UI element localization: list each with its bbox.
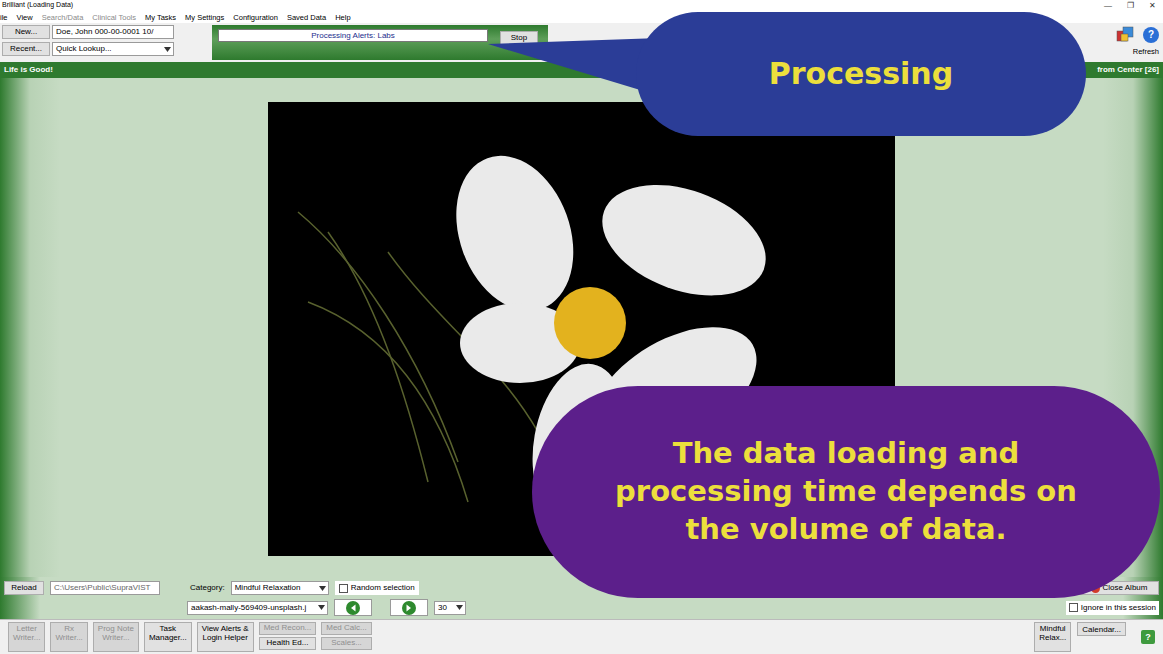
tool-button-line: Writer... bbox=[55, 633, 82, 642]
tool-button-line: Writer... bbox=[102, 633, 129, 642]
menu-item[interactable]: Help bbox=[335, 13, 350, 22]
tool-group: RxWriter... bbox=[50, 622, 87, 652]
interval-select[interactable]: 30 bbox=[434, 601, 466, 615]
tools-right: MindfulRelax... Calendar... bbox=[1034, 622, 1126, 652]
tool-group: View Alerts &Login Helper bbox=[197, 622, 254, 652]
new-button[interactable]: New... bbox=[2, 25, 50, 39]
tool-button-line: Task bbox=[160, 624, 176, 633]
album-path-field[interactable]: C:\Users\Public\SupraVIST bbox=[50, 581, 160, 595]
menu-item[interactable]: View bbox=[17, 13, 33, 22]
checkbox-box[interactable] bbox=[339, 584, 348, 593]
tool-button-line: View Alerts & bbox=[202, 624, 249, 633]
tool-group: LetterWriter... bbox=[8, 622, 45, 652]
menu-item[interactable]: Configuration bbox=[233, 13, 278, 22]
tool-button-line: Calendar... bbox=[1082, 625, 1121, 634]
tool-button[interactable]: Prog NoteWriter... bbox=[93, 622, 139, 652]
patient-field[interactable]: Doe, John 000-00-0001 10/ bbox=[52, 25, 174, 39]
tool-group: TaskManager... bbox=[144, 622, 192, 652]
refresh-group: ? Refresh bbox=[1115, 25, 1163, 56]
info-callout: The data loading and processing time dep… bbox=[532, 386, 1160, 598]
banner-status: from Center [26] bbox=[1097, 65, 1159, 75]
caret-icon bbox=[318, 605, 325, 610]
window-control[interactable]: ✕ bbox=[1141, 1, 1163, 11]
category-label: Category: bbox=[190, 583, 225, 593]
tool-button-line: Prog Note bbox=[98, 624, 134, 633]
progress-field: Processing Alerts: Labs bbox=[218, 29, 488, 42]
tool-button-line: Letter bbox=[16, 624, 36, 633]
caret-icon bbox=[456, 605, 463, 610]
tool-button-line: Login Helper bbox=[202, 633, 247, 642]
caret-icon bbox=[319, 586, 326, 591]
previous-button[interactable] bbox=[334, 599, 372, 616]
window-control[interactable]: ❐ bbox=[1119, 1, 1141, 11]
tool-button[interactable]: MindfulRelax... bbox=[1034, 622, 1071, 652]
tool-group: Med Recon... Health Ed... bbox=[259, 622, 317, 650]
tool-button[interactable]: Scales... bbox=[321, 637, 371, 650]
tool-group: Med Calc... Scales... bbox=[321, 622, 371, 650]
menu-item[interactable]: ile bbox=[0, 13, 8, 22]
random-selection-label: Random selection bbox=[351, 583, 415, 593]
right-arrow-icon bbox=[402, 601, 416, 615]
next-button[interactable] bbox=[390, 599, 428, 616]
menu-item[interactable]: Clinical Tools bbox=[92, 13, 136, 22]
interval-text: 30 bbox=[438, 602, 447, 614]
tool-button[interactable]: Calendar... bbox=[1077, 622, 1126, 636]
window-title: Brilliant (Loading Data) bbox=[2, 1, 73, 9]
menu-item[interactable]: Saved Data bbox=[287, 13, 326, 22]
category-select[interactable]: Mindful Relaxation bbox=[231, 581, 329, 595]
tool-group: MindfulRelax... bbox=[1034, 622, 1071, 652]
checkbox-box[interactable] bbox=[1069, 603, 1078, 612]
refresh-label[interactable]: Refresh bbox=[1133, 47, 1159, 56]
tool-group: Calendar... bbox=[1077, 622, 1126, 636]
tool-button-line: Relax... bbox=[1039, 633, 1066, 642]
help-button[interactable]: ? bbox=[1143, 27, 1159, 43]
stop-button[interactable]: Stop bbox=[500, 31, 538, 45]
tool-button[interactable]: LetterWriter... bbox=[8, 622, 45, 652]
quick-lookup-select[interactable]: Quick Lookup... bbox=[52, 42, 174, 56]
tools-bar: LetterWriter...RxWriter...Prog NoteWrite… bbox=[0, 619, 1163, 654]
quick-lookup-text: Quick Lookup... bbox=[56, 43, 112, 55]
tool-group: Prog NoteWriter... bbox=[93, 622, 139, 652]
tool-button-line: Mindful bbox=[1040, 624, 1066, 633]
menu-item[interactable]: My Settings bbox=[185, 13, 224, 22]
title-bar: Brilliant (Loading Data) —❐✕ bbox=[0, 0, 1163, 11]
file-text: aakash-mally-569409-unsplash.j bbox=[191, 602, 306, 614]
category-text: Mindful Relaxation bbox=[235, 582, 301, 594]
processing-panel: Processing Alerts: Labs Stop bbox=[212, 25, 548, 60]
refresh-icon[interactable] bbox=[1115, 25, 1135, 45]
patient-group: New... Doe, John 000-00-0001 10/ Recent.… bbox=[2, 25, 174, 56]
caret-icon bbox=[164, 47, 171, 52]
tool-button-line: Manager... bbox=[149, 633, 187, 642]
reload-button[interactable]: Reload bbox=[4, 581, 44, 595]
tool-button-line: Writer... bbox=[13, 633, 40, 642]
banner-message: Life is Good! bbox=[4, 65, 53, 75]
tools-left: LetterWriter...RxWriter...Prog NoteWrite… bbox=[8, 622, 372, 652]
tool-button[interactable]: RxWriter... bbox=[50, 622, 87, 652]
window-controls: —❐✕ bbox=[1097, 1, 1163, 11]
window-control[interactable]: — bbox=[1097, 1, 1119, 11]
close-album-label: Close Album bbox=[1103, 582, 1148, 594]
recent-button[interactable]: Recent... bbox=[2, 42, 50, 56]
menu-item[interactable]: Search/Data bbox=[42, 13, 84, 22]
tool-button[interactable]: TaskManager... bbox=[144, 622, 192, 652]
tool-button[interactable]: Health Ed... bbox=[259, 637, 317, 650]
tool-button[interactable]: Med Calc... bbox=[321, 622, 371, 635]
ignore-session-label: Ignore in this session bbox=[1081, 603, 1156, 613]
ignore-session-checkbox[interactable]: Ignore in this session bbox=[1066, 601, 1159, 615]
random-selection-checkbox[interactable]: Random selection bbox=[335, 581, 419, 595]
menu-item[interactable]: My Tasks bbox=[145, 13, 176, 22]
processing-callout: Processing bbox=[636, 12, 1086, 136]
left-arrow-icon bbox=[346, 601, 360, 615]
file-select[interactable]: aakash-mally-569409-unsplash.j bbox=[187, 601, 328, 615]
tool-button[interactable]: Med Recon... bbox=[259, 622, 317, 635]
tool-button[interactable]: View Alerts &Login Helper bbox=[197, 622, 254, 652]
tool-button-line: Rx bbox=[64, 624, 74, 633]
status-help-button[interactable]: ? bbox=[1141, 630, 1155, 644]
